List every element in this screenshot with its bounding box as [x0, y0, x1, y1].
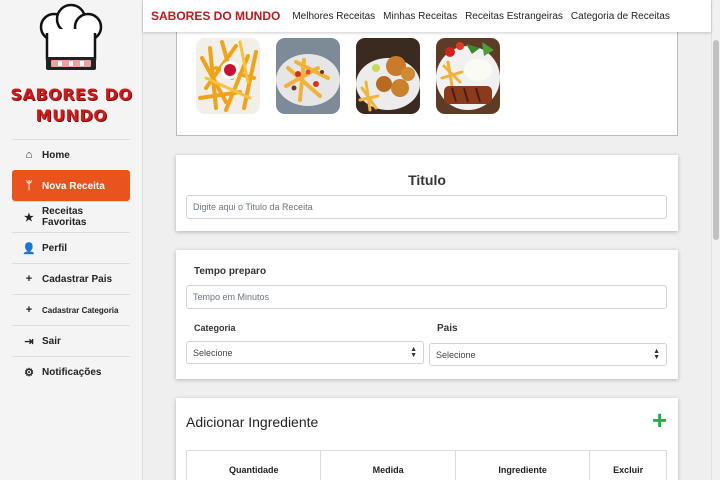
title-heading: Titulo: [408, 172, 446, 188]
cogs-icon: ⚙: [24, 366, 34, 379]
nav-link-minhas-receitas[interactable]: Minhas Receitas: [383, 11, 457, 22]
sidebar-item-sair[interactable]: ⇥ Sair: [12, 325, 130, 356]
sidebar-item-label: Perfil: [42, 242, 68, 254]
logo[interactable]: SABORES DO MUNDO: [0, 0, 143, 138]
nav-link-melhores-receitas[interactable]: Melhores Receitas: [292, 11, 375, 22]
select-caret-icon: ▲ ▼: [653, 348, 660, 361]
user-icon: 👤: [22, 242, 36, 255]
ingredients-heading: Adicionar Ingrediente: [186, 414, 319, 430]
sidebar-item-label: Receitas Favoritas: [41, 206, 87, 228]
sign-out-icon: ⇥: [24, 335, 34, 348]
star-icon: ★: [24, 211, 34, 224]
chef-hat-icon: [39, 3, 103, 70]
prep-time-label: Tempo preparo: [194, 266, 267, 277]
prep-time-input[interactable]: Tempo em Minutos: [186, 285, 667, 309]
logo-text: SABORES DO MUNDO: [10, 85, 133, 125]
sidebar-item-label: Cadastrar Pais: [42, 273, 113, 285]
sidebar-item-label: Sair: [42, 335, 61, 347]
nav-link-receitas-estrangeiras[interactable]: Receitas Estrangeiras: [465, 11, 563, 22]
sidebar-item-cadastrar-categoria[interactable]: + Cadastrar Categoria: [12, 294, 130, 325]
home-icon: ⌂: [25, 149, 33, 161]
recipe-gallery: [176, 22, 678, 136]
sidebar-item-notificacoes[interactable]: ⚙ Notificações: [12, 356, 130, 387]
sidebar-item-label: Home: [42, 149, 70, 161]
ingredients-table: Quantidade Medida Ingrediente Excluir: [186, 450, 667, 480]
food-image-fries-ketchup[interactable]: [196, 38, 260, 114]
country-select[interactable]: Selecione ▲ ▼: [429, 343, 667, 366]
sidebar-item-label: Cadastrar Categoria: [42, 305, 119, 315]
scrollbar-thumb[interactable]: [713, 40, 719, 240]
category-select-value: Selecione: [193, 347, 233, 358]
utensils-icon: ᛘ: [25, 180, 33, 192]
plus-icon: +: [652, 405, 668, 435]
food-image-fried-chicken[interactable]: [356, 38, 420, 114]
food-image-loaded-fries[interactable]: [276, 38, 340, 114]
top-navbar: SABORES DO MUNDO Melhores Receitas Minha…: [143, 0, 711, 32]
country-select-value: Selecione: [436, 349, 476, 360]
ingredients-card: Adicionar Ingrediente + Quantidade Medid…: [176, 398, 678, 480]
sidebar-item-receitas-favoritas[interactable]: ★ Receitas Favoritas: [12, 201, 130, 232]
add-ingredient-button[interactable]: +: [652, 406, 667, 434]
column-header-ingrediente: Ingrediente: [456, 451, 591, 480]
recipe-title-input[interactable]: Digite aqui o Titulo da Receita: [186, 195, 667, 219]
column-header-excluir: Excluir: [613, 465, 644, 475]
nav-link-categoria-de-receitas[interactable]: Categoria de Receitas: [571, 11, 670, 22]
prep-card: Tempo preparo Tempo em Minutos Categoria…: [176, 250, 678, 379]
brand-link[interactable]: SABORES DO MUNDO: [151, 9, 280, 23]
column-header-quantidade: Quantidade: [187, 451, 322, 480]
plus-icon: +: [25, 304, 33, 316]
column-header-medida: Medida: [321, 451, 456, 480]
sidebar-item-nova-receita[interactable]: ᛘ Nova Receita: [12, 170, 130, 201]
select-caret-icon: ▲ ▼: [410, 346, 417, 359]
sidebar-item-perfil[interactable]: 👤 Perfil: [12, 232, 130, 263]
category-label: Categoria: [194, 323, 236, 333]
sidebar-item-home[interactable]: ⌂ Home: [12, 139, 130, 170]
page-scrollbar[interactable]: [711, 0, 720, 480]
plus-icon: +: [25, 273, 33, 285]
sidebar-item-cadastrar-pais[interactable]: + Cadastrar Pais: [12, 263, 130, 294]
food-image-steak-rice-fries[interactable]: [436, 38, 500, 114]
title-card: Titulo Digite aqui o Titulo da Receita: [176, 155, 678, 231]
sidebar: SABORES DO MUNDO ⌂ Home ᛘ Nova Receita ★ …: [0, 0, 143, 480]
sidebar-item-label: Nova Receita: [42, 180, 105, 192]
sidebar-nav: ⌂ Home ᛘ Nova Receita ★ Receitas Favorit…: [12, 139, 130, 387]
country-label: Pais: [437, 323, 458, 334]
category-select[interactable]: Selecione ▲ ▼: [186, 341, 424, 364]
sidebar-item-label: Notificações: [42, 366, 102, 378]
